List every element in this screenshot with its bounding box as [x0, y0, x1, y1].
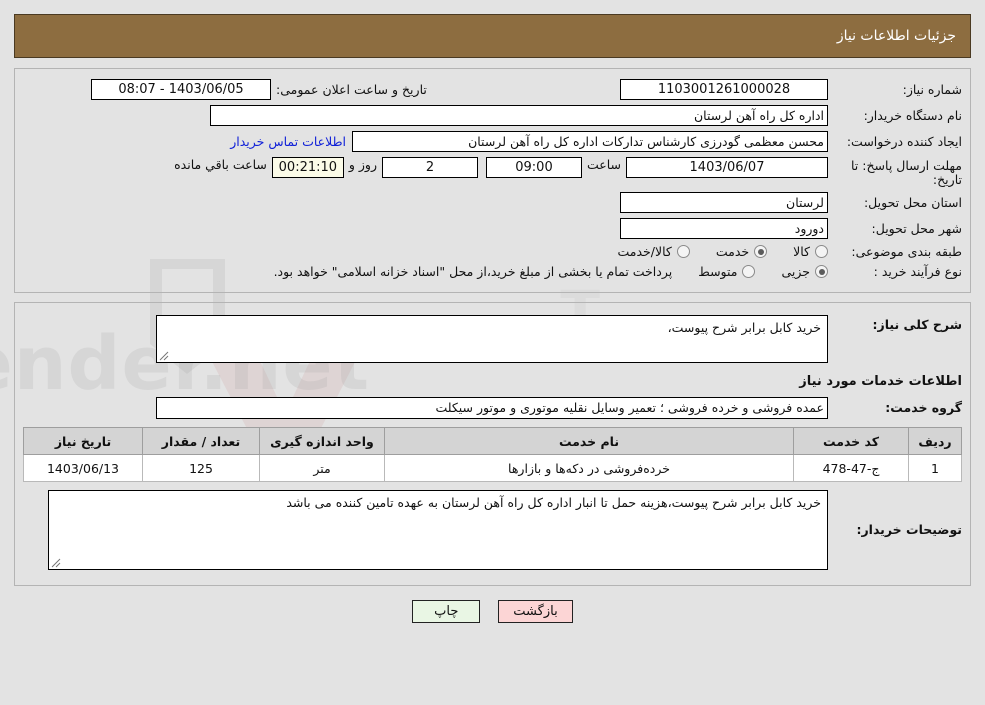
buyer-org-value: اداره کل راه آهن لرستان [210, 105, 828, 126]
page-title: جزئیات اطلاعات نیاز [836, 28, 956, 44]
row-service-group: گروه خدمت: عمده فروشی و خرده فروشی ؛ تعم… [15, 397, 970, 419]
buyer-contact-link[interactable]: اطلاعات تماس خریدار [224, 134, 352, 149]
table-header-row: ردیف کد خدمت نام خدمت واحد اندازه گیری ت… [23, 427, 962, 455]
th-service-name: نام خدمت [384, 427, 794, 455]
buyer-notes-label: توضیحات خریدار: [856, 522, 962, 537]
row-province: استان محل تحویل: لرستان [15, 192, 970, 213]
back-button[interactable]: بازگشت [498, 600, 573, 623]
need-info-panel: شماره نیاز: 1103001261000028 تاریخ و ساع… [14, 68, 971, 293]
row-buyer-org: نام دستگاه خریدار: اداره کل راه آهن لرست… [15, 105, 970, 126]
td-radif: 1 [908, 454, 962, 482]
deadline-time-value: 09:00 [485, 157, 582, 178]
radio-dot-icon [742, 265, 756, 278]
radio-dot-icon [754, 245, 768, 258]
deadline-label: مهلت ارسال پاسخ: تا تاریخ: [851, 158, 962, 187]
city-label: شهر محل تحویل: [871, 220, 962, 236]
row-city: شهر محل تحویل: دورود [15, 218, 970, 239]
td-service-name: خرده‌فروشی در دکه‌ها و بازارها [384, 454, 794, 482]
buyer-notes-value: خرید کابل برابر شرح پیوست،هزینه حمل تا ا… [286, 495, 821, 510]
radio-dot-icon [815, 245, 828, 258]
radio-category-0[interactable]: کالا [793, 244, 828, 259]
print-button[interactable]: چاپ [412, 600, 481, 623]
footer-actions: بازگشت چاپ [0, 600, 985, 623]
need-number-value: 1103001261000028 [620, 79, 828, 100]
th-unit: واحد اندازه گیری [259, 427, 385, 455]
page-header: جزئیات اطلاعات نیاز [14, 14, 971, 58]
row-buyer-notes: توضیحات خریدار: خرید کابل برابر شرح پیوس… [15, 490, 970, 570]
services-table-wrap: ردیف کد خدمت نام خدمت واحد اندازه گیری ت… [15, 427, 970, 482]
radio-dot-icon [815, 265, 828, 278]
public-announce-label: تاریخ و ساعت اعلان عمومی: [276, 82, 427, 97]
general-desc-textarea[interactable]: خرید کابل برابر شرح پیوست، [156, 315, 828, 363]
countdown-value: 00:21:10 [271, 157, 344, 178]
radio-process-0-label: جزیی [781, 264, 810, 279]
city-value: دورود [620, 218, 828, 239]
table-row: 1 ج-47-478 خرده‌فروشی در دکه‌ها و بازاره… [23, 454, 962, 482]
row-requester: ایجاد کننده درخواست: محسن معظمی گودرزی ک… [15, 131, 970, 152]
row-process-type: نوع فرآیند خرید : جزیی متوسط پرداخت تمام… [15, 264, 970, 279]
radio-process-1[interactable]: متوسط [698, 264, 756, 279]
hour-label: ساعت [586, 157, 621, 172]
th-quantity: تعداد / مقدار [142, 427, 260, 455]
general-desc-label: شرح کلی نیاز: [872, 317, 962, 332]
radio-category-2[interactable]: کالا/خدمت [617, 244, 690, 259]
td-unit: متر [259, 454, 385, 482]
need-details-panel: شرح کلی نیاز: خرید کابل برابر شرح پیوست،… [14, 302, 971, 586]
td-quantity: 125 [142, 454, 260, 482]
resize-grip-icon[interactable] [51, 558, 61, 568]
province-value: لرستان [620, 192, 828, 213]
category-label: طبقه بندی موضوعی: [851, 243, 962, 259]
row-need-number: شماره نیاز: 1103001261000028 تاریخ و ساع… [15, 79, 970, 100]
process-radio-group: جزیی متوسط [672, 264, 828, 279]
service-group-value: عمده فروشی و خرده فروشی ؛ تعمیر وسایل نق… [156, 397, 828, 419]
service-group-label: گروه خدمت: [885, 400, 962, 415]
radio-process-1-label: متوسط [698, 264, 738, 279]
td-service-code: ج-47-478 [793, 454, 909, 482]
services-table: ردیف کد خدمت نام خدمت واحد اندازه گیری ت… [23, 427, 962, 482]
requester-label: ایجاد کننده درخواست: [846, 133, 962, 149]
days-label: روز و [348, 157, 377, 172]
remaining-hours-label: ساعت باقي مانده [174, 157, 267, 172]
province-label: استان محل تحویل: [863, 194, 962, 210]
days-remaining-value: 2 [381, 157, 478, 178]
category-radio-group: کالا خدمت کالا/خدمت [591, 244, 828, 259]
row-deadline: مهلت ارسال پاسخ: تا تاریخ: 1403/06/07 سا… [15, 157, 970, 187]
radio-category-1[interactable]: خدمت [715, 244, 768, 259]
radio-category-2-label: کالا/خدمت [617, 244, 672, 259]
buyer-org-label: نام دستگاه خریدار: [863, 107, 962, 123]
radio-category-1-label: خدمت [715, 244, 750, 259]
resize-grip-icon[interactable] [159, 351, 169, 361]
radio-category-0-label: کالا [793, 244, 810, 259]
process-type-label: نوع فرآیند خرید : [873, 263, 962, 279]
th-need-date: تاریخ نیاز [23, 427, 143, 455]
buyer-notes-textarea[interactable]: خرید کابل برابر شرح پیوست،هزینه حمل تا ا… [48, 490, 828, 570]
services-section-title: اطلاعات خدمات مورد نیاز [799, 374, 962, 389]
treasury-note: پرداخت تمام یا بخشی از مبلغ خرید،از محل … [273, 264, 673, 279]
public-announce-value: 08:07 - 1403/06/05 [91, 79, 271, 100]
row-general-description: شرح کلی نیاز: خرید کابل برابر شرح پیوست، [15, 315, 970, 363]
radio-process-0[interactable]: جزیی [781, 264, 828, 279]
requester-value: محسن معظمی گودرزی کارشناس تدارکات اداره … [352, 131, 828, 152]
row-category: طبقه بندی موضوعی: کالا خدمت کالا/خدمت [15, 244, 970, 259]
need-number-label: شماره نیاز: [902, 81, 962, 97]
general-desc-value: خرید کابل برابر شرح پیوست، [667, 320, 821, 335]
td-need-date: 1403/06/13 [23, 454, 143, 482]
th-radif: ردیف [908, 427, 962, 455]
radio-dot-icon [676, 245, 690, 258]
th-service-code: کد خدمت [793, 427, 909, 455]
deadline-date-value: 1403/06/07 [626, 157, 828, 178]
